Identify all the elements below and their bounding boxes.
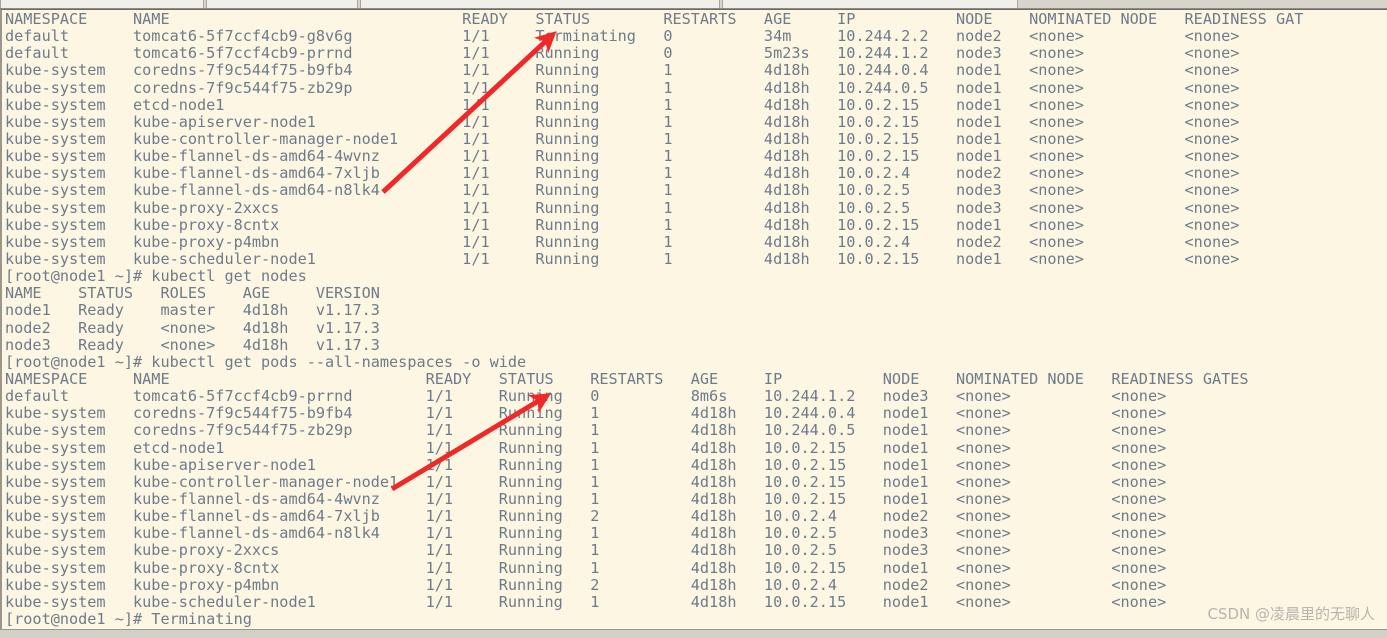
terminal-line: kube-system kube-flannel-ds-amd64-n8lk4 … (5, 524, 1167, 543)
terminal-line: default tomcat6-5f7ccf4cb9-g8v6g 1/1 Ter… (5, 27, 1240, 46)
terminal-line: kube-system kube-controller-manager-node… (5, 129, 1240, 148)
terminal-line: kube-system etcd-node1 1/1 Running 1 4d1… (5, 438, 1167, 457)
window-tab-1[interactable] (0, 0, 204, 8)
csdn-watermark: CSDN @凌晨里的无聊人 (1207, 605, 1375, 623)
terminal-line: kube-system kube-apiserver-node1 1/1 Run… (5, 112, 1240, 131)
terminal-line: kube-system coredns-7f9c544f75-zb29p 1/1… (5, 421, 1167, 440)
terminal-window: NAMESPACE NAME READY STATUS RESTARTS AGE… (0, 0, 1387, 638)
terminal-line: kube-system kube-flannel-ds-amd64-7xljb … (5, 164, 1240, 183)
terminal-line: [root@node1 ~]# kubectl get nodes (5, 267, 307, 286)
terminal-line: [root@node1 ~]# Terminating (5, 609, 252, 628)
terminal-line: kube-system kube-proxy-2xxcs 1/1 Running… (5, 198, 1240, 217)
terminal-line: NAME STATUS ROLES AGE VERSION (5, 284, 380, 303)
terminal-line: kube-system kube-flannel-ds-amd64-n8lk4 … (5, 181, 1240, 200)
terminal-line: kube-system etcd-node1 1/1 Running 1 4d1… (5, 95, 1240, 114)
terminal-line: kube-system kube-scheduler-node1 1/1 Run… (5, 592, 1167, 611)
terminal-line: node2 Ready <none> 4d18h v1.17.3 (5, 318, 380, 337)
terminal-line: default tomcat6-5f7ccf4cb9-prrnd 1/1 Run… (5, 44, 1240, 63)
terminal-line: NAMESPACE NAME READY STATUS RESTARTS AGE… (5, 10, 1304, 28)
terminal-line: kube-system kube-proxy-8cntx 1/1 Running… (5, 558, 1167, 577)
terminal-line: default tomcat6-5f7ccf4cb9-prrnd 1/1 Run… (5, 387, 1167, 406)
terminal-line: kube-system kube-scheduler-node1 1/1 Run… (5, 249, 1240, 268)
terminal-line: kube-system kube-proxy-p4mbn 1/1 Running… (5, 232, 1240, 251)
terminal-text-buffer: NAMESPACE NAME READY STATUS RESTARTS AGE… (5, 10, 1387, 628)
window-tab-strip (0, 0, 1387, 9)
terminal-line: NAMESPACE NAME READY STATUS RESTARTS AGE… (5, 369, 1249, 388)
terminal-line: kube-system coredns-7f9c544f75-b9fb4 1/1… (5, 61, 1240, 80)
window-tab-2[interactable] (206, 0, 358, 8)
terminal-line: kube-system kube-apiserver-node1 1/1 Run… (5, 455, 1167, 474)
window-bottom-chrome (0, 629, 1387, 638)
terminal-line: kube-system coredns-7f9c544f75-zb29p 1/1… (5, 78, 1240, 97)
terminal-line: node3 Ready <none> 4d18h v1.17.3 (5, 335, 380, 354)
terminal-line: kube-system kube-proxy-2xxcs 1/1 Running… (5, 541, 1167, 560)
window-tab-3[interactable] (360, 0, 720, 8)
terminal-line: kube-system kube-proxy-p4mbn 1/1 Running… (5, 575, 1167, 594)
terminal-line: node1 Ready master 4d18h v1.17.3 (5, 301, 380, 320)
terminal-line: kube-system coredns-7f9c544f75-b9fb4 1/1… (5, 404, 1167, 423)
terminal-line: kube-system kube-flannel-ds-amd64-4wvnz … (5, 489, 1167, 508)
terminal-line: kube-system kube-controller-manager-node… (5, 472, 1167, 491)
terminal-line: [root@node1 ~]# kubectl get pods --all-n… (5, 352, 527, 371)
terminal-line: kube-system kube-flannel-ds-amd64-7xljb … (5, 507, 1167, 526)
terminal-output-panel[interactable]: NAMESPACE NAME READY STATUS RESTARTS AGE… (0, 9, 1387, 629)
window-tab-4[interactable] (722, 0, 1018, 8)
terminal-line: kube-system kube-flannel-ds-amd64-4wvnz … (5, 147, 1240, 166)
terminal-line: kube-system kube-proxy-8cntx 1/1 Running… (5, 215, 1240, 234)
